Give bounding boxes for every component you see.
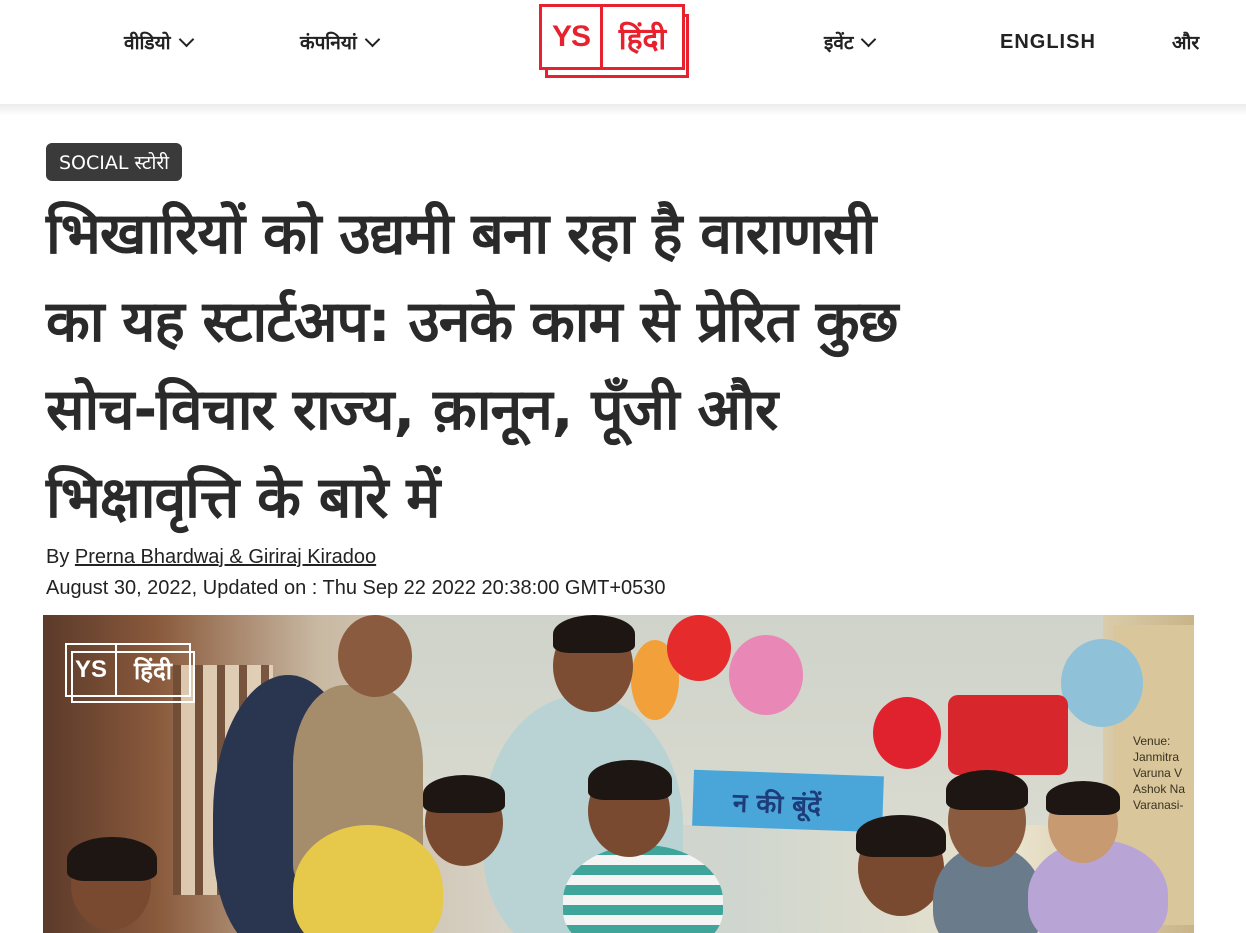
header-shadow: [0, 104, 1246, 116]
toddler-hair: [1046, 781, 1120, 815]
woman-hair: [946, 770, 1028, 810]
yourstory-hindi-logo[interactable]: YS हिंदी: [539, 4, 693, 82]
site-header: वीडियो कंपनियां YS हिंदी इवेंट ENGLISH औ…: [0, 0, 1246, 104]
category-label: SOCIAL स्टोरी: [59, 152, 170, 174]
poster-line: Ashok Na: [1133, 782, 1186, 796]
hero-watermark-logo: YS हिंदी: [65, 643, 195, 703]
chevron-down-icon: [861, 31, 877, 47]
child-hair: [67, 837, 157, 881]
poster-line: Janmitra: [1133, 750, 1180, 764]
poster-line: Varanasi-: [1133, 798, 1184, 812]
nav-english[interactable]: ENGLISH: [1000, 26, 1096, 58]
watermark-front: YS हिंदी: [65, 643, 191, 697]
nav-more[interactable]: और: [1172, 26, 1199, 58]
watermark-ys-text: YS: [74, 656, 107, 683]
child-hair: [423, 775, 505, 813]
publish-date: August 30, 2022, Updated on : Thu Sep 22…: [46, 577, 666, 599]
adult-hair-center: [553, 615, 635, 653]
byline: By Prerna Bhardwaj & Giriraj Kiradoo: [46, 546, 376, 569]
headline-line: सोच-विचार राज्य, क़ानून, पूँजी और: [46, 377, 778, 443]
category-badge[interactable]: SOCIAL स्टोरी: [46, 143, 183, 181]
balloon-red: [948, 695, 1068, 775]
nav-more-label: और: [1172, 32, 1200, 54]
hero-poster-text: Venue: Janmitra Varuna V Ashok Na Varana…: [1133, 733, 1185, 813]
balloon-red: [873, 697, 941, 769]
chevron-down-icon: [364, 31, 381, 47]
watermark-hindi-text: हिंदी: [134, 656, 172, 685]
hero-banner-text: न की बूंदें: [732, 788, 822, 822]
nav-english-label: ENGLISH: [1000, 30, 1096, 53]
nav-overflow-fade: [1200, 20, 1246, 64]
poster-line: Varuna V: [1133, 766, 1183, 780]
chevron-down-icon: [178, 31, 194, 47]
headline-line: का यह स्टार्टअप: उनके काम से प्रेरित कुछ: [46, 289, 898, 355]
balloon-pink: [729, 635, 803, 715]
logo-front: YS हिंदी: [539, 4, 685, 70]
logo-hindi-text: हिंदी: [618, 21, 667, 57]
nav-events[interactable]: इवेंट: [824, 26, 877, 58]
byline-prefix: By: [46, 546, 70, 568]
author-link[interactable]: Prerna Bhardwaj & Giriraj Kiradoo: [75, 546, 376, 568]
headline-line: भिखारियों को उद्यमी बना रहा है वाराणसी: [46, 201, 876, 267]
child-hair: [856, 815, 946, 857]
headline-line: भिक्षावृत्ति के बारे में: [46, 465, 440, 531]
adult-head-left: [338, 615, 412, 697]
nav-events-label: इवेंट: [824, 32, 854, 54]
nav-videos-label: वीडियो: [124, 32, 171, 54]
balloon-red: [667, 615, 731, 681]
child-hair: [588, 760, 672, 800]
article-hero-image: Venue: Janmitra Varuna V Ashok Na Varana…: [43, 615, 1194, 933]
poster-line: Venue:: [1133, 734, 1171, 748]
logo-ys-text: YS: [551, 20, 591, 53]
article-headline: भिखारियों को उद्यमी बना रहा है वाराणसी क…: [46, 190, 1166, 542]
nav-companies-label: कंपनियां: [300, 32, 357, 54]
nav-companies[interactable]: कंपनियां: [300, 26, 381, 58]
nav-videos[interactable]: वीडियो: [124, 26, 194, 58]
balloon-blue: [1061, 639, 1143, 727]
